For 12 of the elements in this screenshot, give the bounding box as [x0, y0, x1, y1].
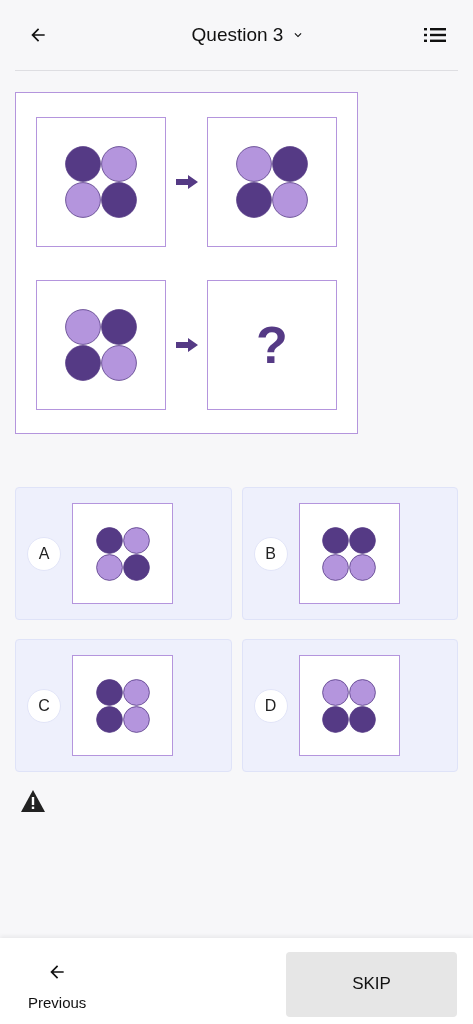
- option-letter: A: [27, 536, 61, 571]
- skip-button[interactable]: SKIP: [286, 951, 457, 1017]
- question-mark: ?: [256, 318, 288, 371]
- option-letter: C: [27, 688, 61, 723]
- answer-option[interactable]: C: [15, 639, 232, 772]
- answer-option[interactable]: B: [241, 487, 458, 620]
- option-letter: B: [253, 536, 288, 571]
- previous-button[interactable]: Previous: [28, 947, 87, 1015]
- answer-option[interactable]: D: [241, 639, 458, 772]
- option-letter: D: [253, 688, 288, 723]
- answer-option[interactable]: A: [15, 487, 232, 620]
- question-dropdown[interactable]: Question 3: [191, 20, 306, 50]
